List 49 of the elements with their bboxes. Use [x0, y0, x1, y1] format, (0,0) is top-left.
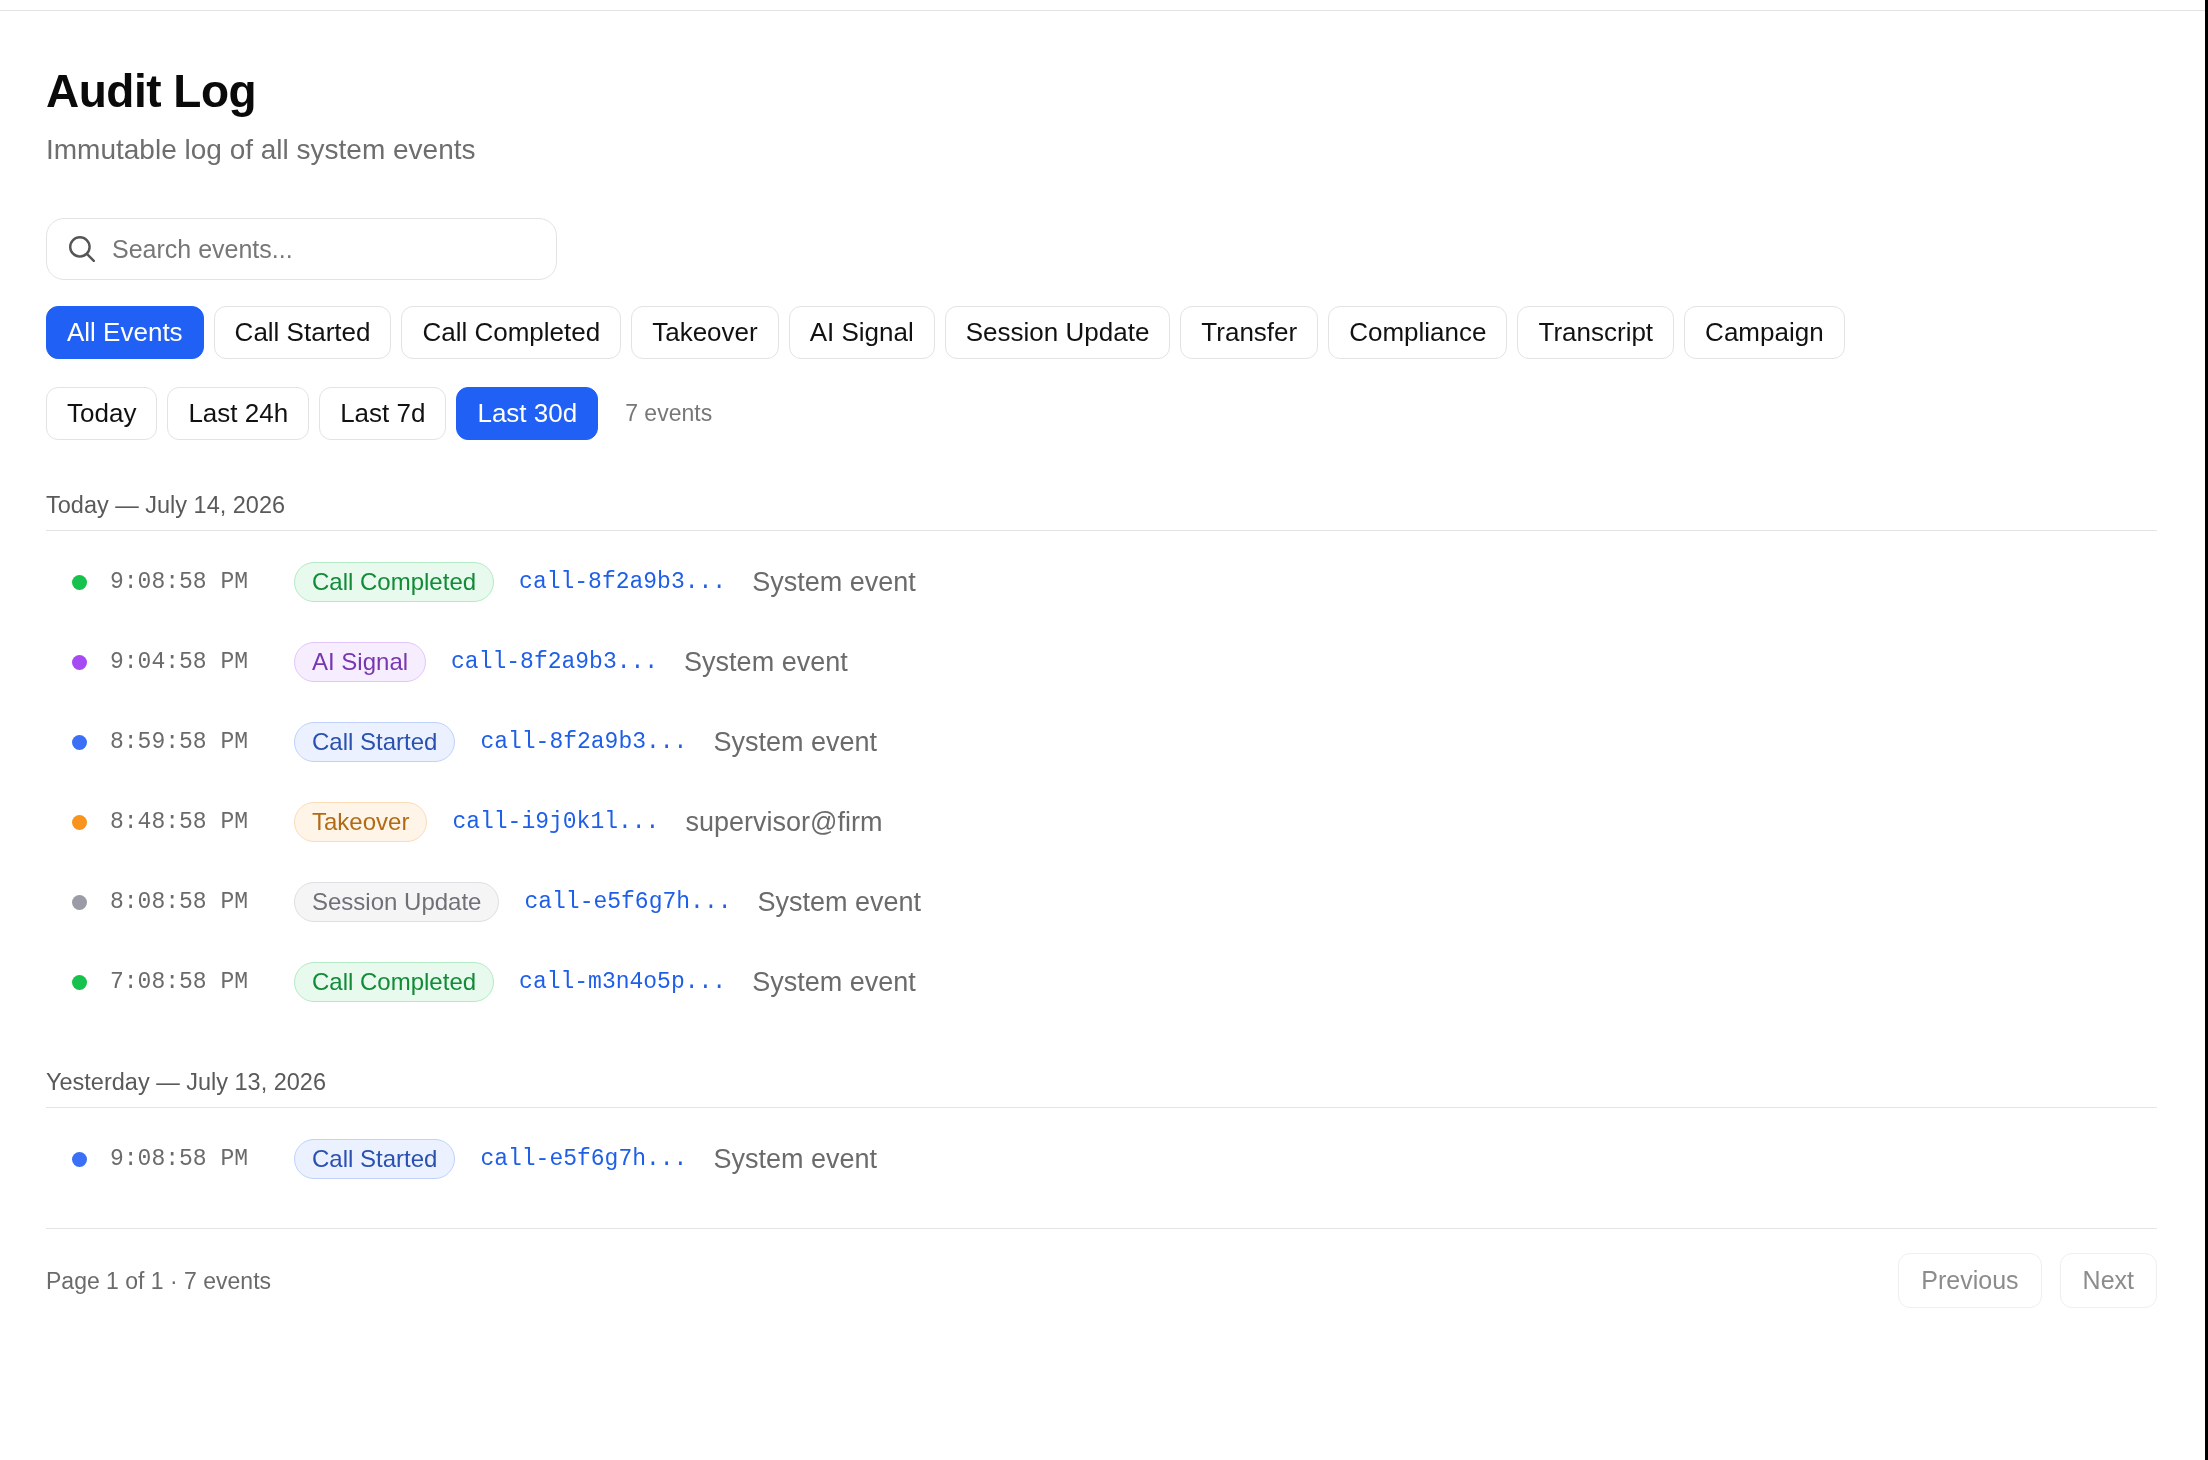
event-time: 7:08:58 PM: [110, 967, 250, 997]
call-id-link[interactable]: call-8f2a9b3...: [451, 644, 659, 680]
filter-tab[interactable]: Compliance: [1328, 306, 1508, 359]
event-time: 8:48:58 PM: [110, 807, 250, 837]
group-heading: Yesterday — July 13, 2026: [46, 1070, 327, 1094]
time-range-tab[interactable]: Last 30d: [456, 387, 599, 440]
filter-tab[interactable]: Call Started: [213, 306, 392, 359]
call-id-link[interactable]: call-i9j0k1l...: [452, 804, 660, 840]
event-time: 9:08:58 PM: [110, 567, 250, 597]
search-icon: [69, 236, 95, 262]
event-count: 7 events: [625, 399, 713, 429]
filter-tab[interactable]: All Events: [46, 306, 204, 359]
event-type-badge: AI Signal: [294, 642, 427, 682]
call-id-link[interactable]: call-e5f6g7h...: [480, 1141, 688, 1177]
event-actor: System event: [713, 725, 877, 759]
event-time: 9:04:58 PM: [110, 647, 250, 677]
filter-tab[interactable]: Call Completed: [401, 306, 622, 359]
event-time: 8:59:58 PM: [110, 727, 250, 757]
filter-tab[interactable]: Transcript: [1517, 306, 1675, 359]
event-type-badge: Session Update: [294, 882, 500, 922]
time-range-tab[interactable]: Last 24h: [167, 387, 310, 440]
event-actor: System event: [684, 645, 848, 679]
search-field[interactable]: Search events...: [46, 218, 557, 280]
event-type-badge: Call Completed: [294, 962, 495, 1002]
call-id-link[interactable]: call-e5f6g7h...: [524, 884, 732, 920]
call-id-link[interactable]: call-8f2a9b3...: [480, 724, 688, 760]
event-actor: supervisor@firm: [685, 805, 883, 839]
event-type-badge: Takeover: [294, 802, 428, 842]
event-time: 9:08:58 PM: [110, 1144, 250, 1174]
page-subtitle: Immutable log of all system events: [46, 136, 476, 164]
pagination-summary: Page 1 of 1 · 7 events: [46, 1268, 272, 1293]
group-heading: Today — July 14, 2026: [46, 493, 287, 517]
filter-tab[interactable]: Session Update: [944, 306, 1171, 359]
event-type-badge: Call Started: [294, 722, 456, 762]
time-range-tab[interactable]: Today: [46, 387, 158, 440]
time-range-tab[interactable]: Last 7d: [319, 387, 447, 440]
call-id-link[interactable]: call-m3n4o5p...: [519, 964, 727, 1000]
event-type-badge: Call Completed: [294, 562, 495, 602]
event-actor: System event: [752, 565, 916, 599]
filter-tab[interactable]: Campaign: [1684, 306, 1845, 359]
filter-tab[interactable]: Transfer: [1180, 306, 1319, 359]
event-actor: System event: [713, 1142, 877, 1176]
call-id-link[interactable]: call-8f2a9b3...: [519, 564, 727, 600]
event-actor: System event: [757, 885, 922, 919]
filter-tab[interactable]: AI Signal: [788, 306, 935, 359]
filter-tab[interactable]: Takeover: [631, 306, 779, 359]
event-type-badge: Call Started: [294, 1139, 456, 1179]
event-actor: System event: [752, 965, 916, 999]
event-time: 8:08:58 PM: [110, 887, 250, 917]
